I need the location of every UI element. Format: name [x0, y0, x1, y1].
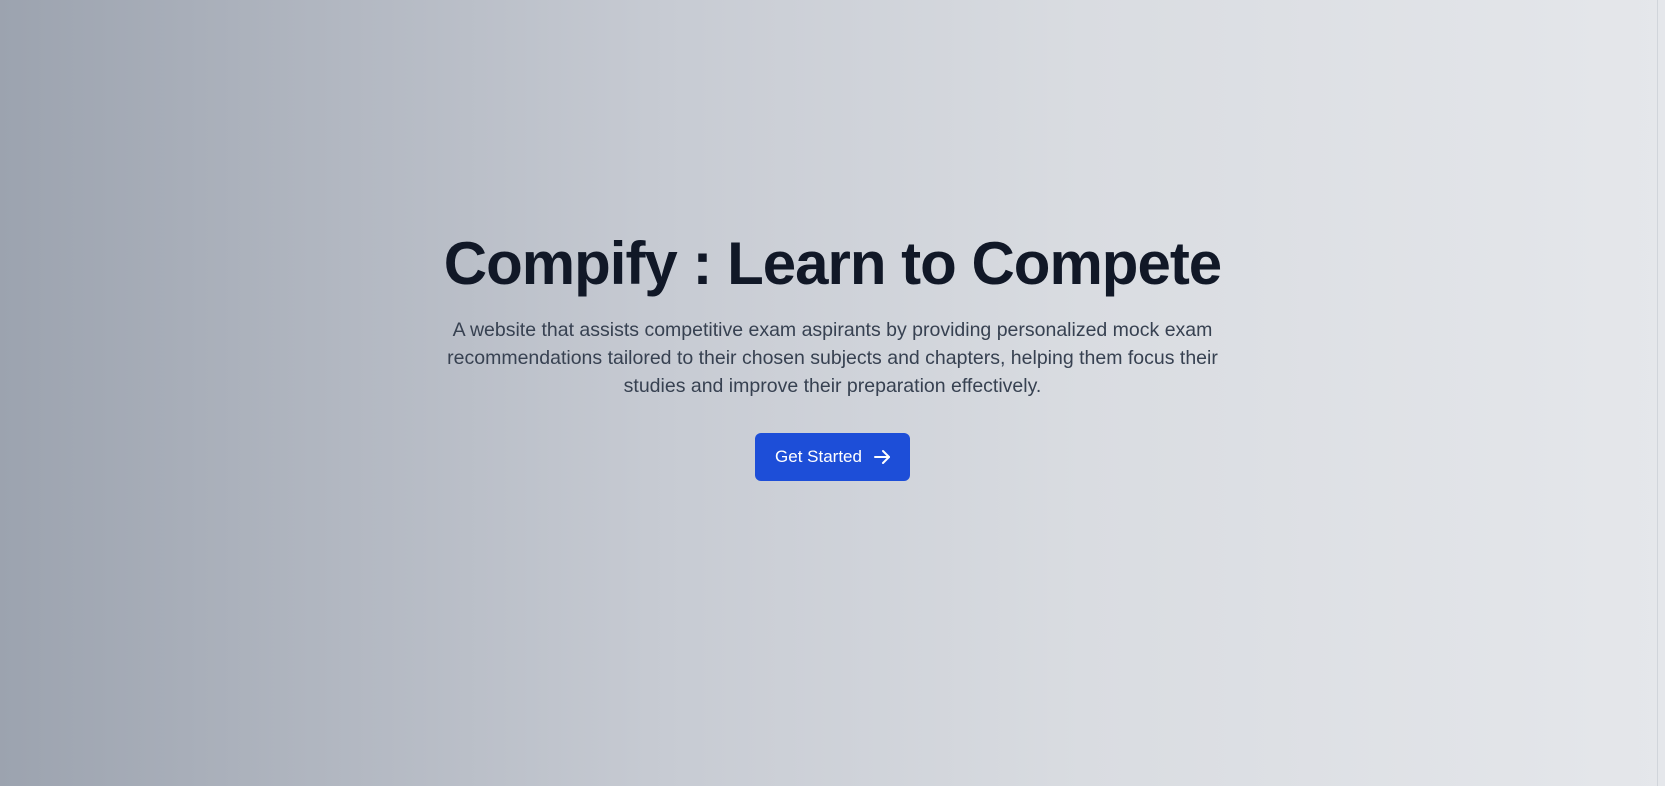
- hero-section: Compify : Learn to Compete A website tha…: [0, 0, 1665, 786]
- vertical-scrollbar[interactable]: [1657, 0, 1665, 786]
- get-started-label: Get Started: [775, 447, 862, 466]
- get-started-button[interactable]: Get Started: [755, 433, 910, 481]
- page-title: Compify : Learn to Compete: [443, 230, 1222, 297]
- hero-description: A website that assists competitive exam …: [447, 319, 1218, 397]
- arrow-right-icon: [872, 447, 892, 467]
